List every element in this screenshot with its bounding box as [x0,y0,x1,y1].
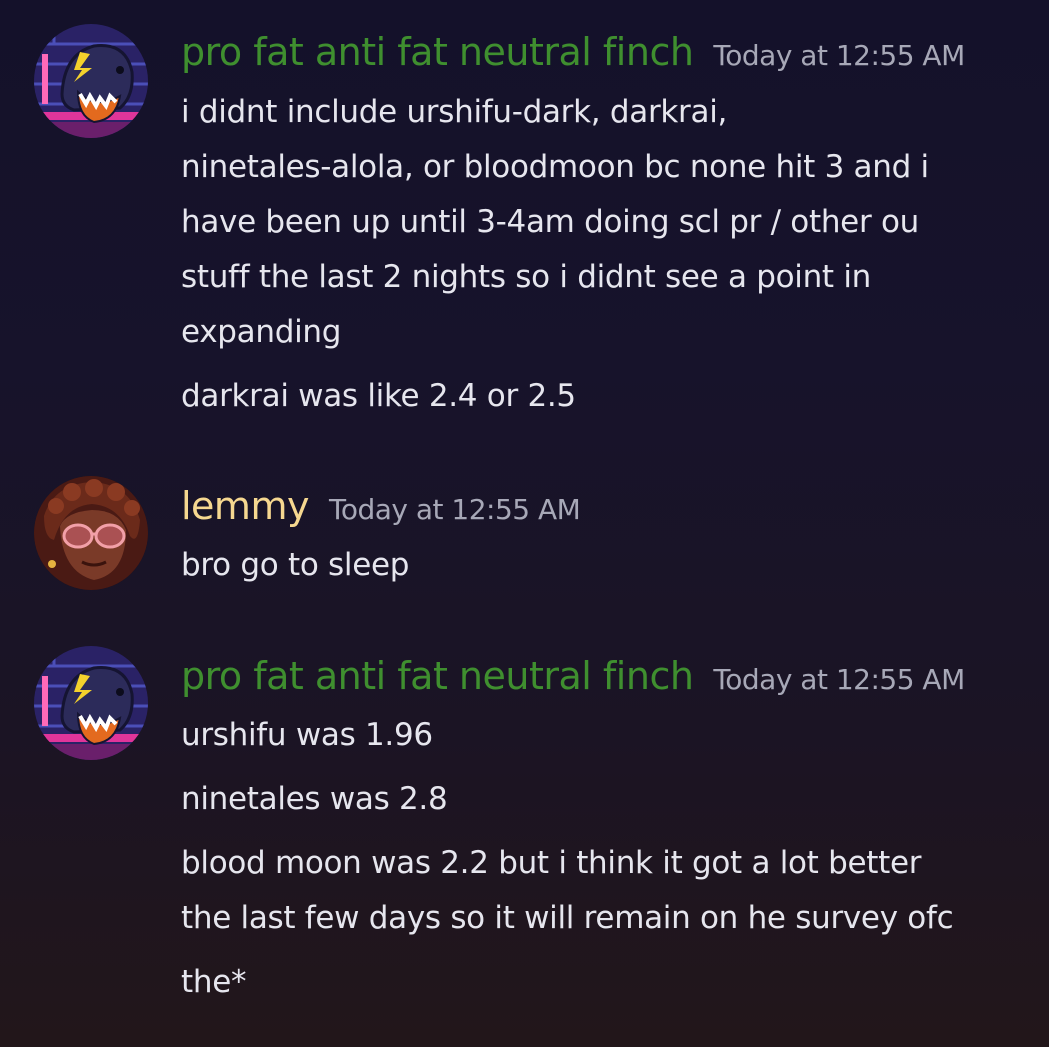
timestamp[interactable]: Today at 12:55 AM [329,493,581,526]
message-text: darkrai was like 2.4 or 2.5 [181,378,576,414]
person-with-glasses-avatar-icon[interactable] [34,476,148,590]
username[interactable]: pro fat anti fat neutral finch [181,30,694,74]
message-text: the* [181,964,247,1000]
message-text: urshifu was 1.96 [181,717,433,753]
message-text: have been up until 3-4am doing scl pr / … [181,204,919,240]
message-text: stuff the last 2 nights so i didnt see a… [181,259,871,295]
message-header: pro fat anti fat neutral finch Today at 1… [181,30,965,74]
chat-message-list: pro fat anti fat neutral finch Today at 1… [0,0,1049,1047]
message-text: the last few days so it will remain on h… [181,900,954,936]
message-text: i didnt include urshifu-dark, darkrai, [181,94,728,130]
username[interactable]: pro fat anti fat neutral finch [181,654,694,698]
cartoon-shark-avatar-icon[interactable] [34,24,148,138]
timestamp[interactable]: Today at 12:55 AM [713,39,965,72]
message-text: expanding [181,314,342,350]
message-header: lemmy Today at 12:55 AM [181,484,581,528]
timestamp[interactable]: Today at 12:55 AM [713,663,965,696]
message-text: ninetales was 2.8 [181,781,448,817]
message-text: ninetales-alola, or bloodmoon bc none hi… [181,149,929,185]
message-header: pro fat anti fat neutral finch Today at 1… [181,654,965,698]
message-text: bro go to sleep [181,547,410,583]
message-text: blood moon was 2.2 but i think it got a … [181,845,922,881]
username[interactable]: lemmy [181,484,309,528]
cartoon-shark-avatar-icon[interactable] [34,646,148,760]
